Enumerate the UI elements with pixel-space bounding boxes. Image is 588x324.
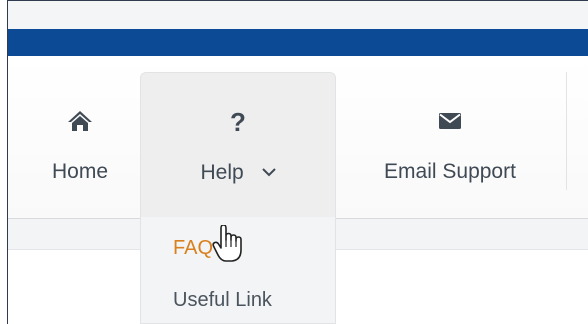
- nav-divider: [566, 72, 567, 190]
- chevron-down-icon: [261, 159, 276, 183]
- nav-item-help[interactable]: ? Help: [140, 72, 336, 218]
- nav-item-home-label: Home: [51, 160, 109, 183]
- brand-bar: [8, 29, 588, 56]
- home-icon: [36, 110, 124, 132]
- nav-item-home[interactable]: Home: [36, 72, 124, 218]
- nav-item-email-support-label: Email Support: [384, 160, 516, 183]
- hand-pointer-cursor-icon: [212, 225, 242, 262]
- question-mark-icon: ?: [230, 107, 246, 137]
- nav-item-help-label: Help: [200, 161, 244, 184]
- nav-item-help-label-wrap: Help: [141, 161, 335, 185]
- top-strip: [8, 1, 588, 29]
- dropdown-item-useful-link[interactable]: Useful Link: [173, 289, 272, 312]
- dropdown-item-faq[interactable]: FAQ: [173, 237, 213, 260]
- envelope-icon: [350, 110, 550, 132]
- nav-item-email-support[interactable]: Email Support: [350, 72, 550, 218]
